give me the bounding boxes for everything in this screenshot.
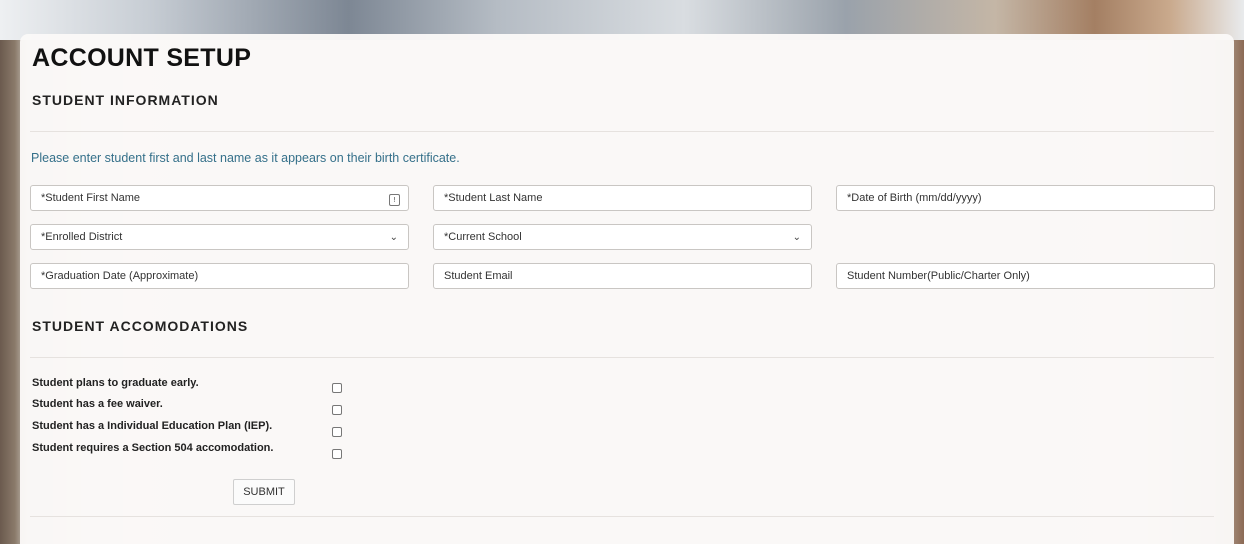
divider xyxy=(30,131,1214,132)
graduation-date-field[interactable] xyxy=(30,263,409,289)
name-instruction-note: Please enter student first and last name… xyxy=(31,151,460,165)
section-504-checkbox[interactable] xyxy=(332,449,342,459)
divider xyxy=(30,357,1214,358)
date-of-birth-field[interactable] xyxy=(836,185,1215,211)
student-last-name-field[interactable] xyxy=(433,185,812,211)
iep-checkbox[interactable] xyxy=(332,427,342,437)
student-number-field[interactable] xyxy=(836,263,1215,289)
student-information-heading: STUDENT INFORMATION xyxy=(32,92,219,108)
current-school-value: *Current School xyxy=(444,231,522,243)
accommodation-label-fee-waiver: Student has a fee waiver. xyxy=(32,398,163,410)
page-title: ACCOUNT SETUP xyxy=(32,44,252,72)
submit-button[interactable]: SUBMIT xyxy=(233,479,295,505)
student-email-field[interactable] xyxy=(433,263,812,289)
divider xyxy=(30,516,1214,517)
accommodation-label-section-504: Student requires a Section 504 accomodat… xyxy=(32,442,274,454)
chevron-down-icon: ⌄ xyxy=(389,231,398,243)
account-setup-card xyxy=(20,34,1234,544)
accommodation-label-graduate-early: Student plans to graduate early. xyxy=(32,377,199,389)
accommodation-label-iep: Student has a Individual Education Plan … xyxy=(32,420,273,432)
graduate-early-checkbox[interactable] xyxy=(332,383,342,393)
current-school-select[interactable]: *Current School ⌄ xyxy=(433,224,812,250)
fee-waiver-checkbox[interactable] xyxy=(332,405,342,415)
chevron-down-icon: ⌄ xyxy=(792,231,801,243)
enrolled-district-select[interactable]: *Enrolled District ⌄ xyxy=(30,224,409,250)
enrolled-district-value: *Enrolled District xyxy=(41,231,123,243)
student-accommodations-heading: STUDENT ACCOMODATIONS xyxy=(32,318,249,334)
contact-card-icon[interactable]: ! xyxy=(389,194,400,206)
student-first-name-field[interactable] xyxy=(30,185,409,211)
